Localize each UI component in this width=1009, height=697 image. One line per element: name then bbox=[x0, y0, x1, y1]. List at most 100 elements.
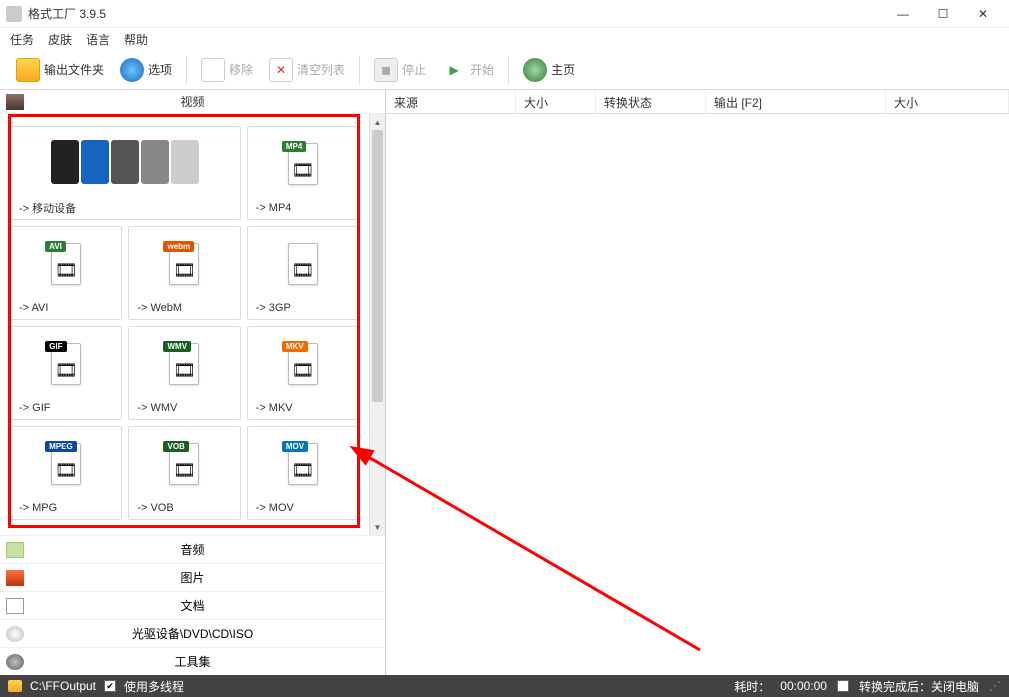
format-tile-mobile[interactable]: -> 移动设备 bbox=[10, 126, 241, 220]
main-area: 视频 -> 移动设备MP4🎞-> MP4AVI🎞-> AVIwebm🎞-> We… bbox=[0, 90, 1009, 675]
multithread-checkbox[interactable]: ✔ bbox=[104, 680, 116, 692]
separator bbox=[508, 56, 509, 84]
format-thumb-vob: VOB🎞 bbox=[129, 427, 239, 497]
format-thumb-mobile bbox=[11, 127, 240, 197]
category-video[interactable]: 视频 bbox=[0, 90, 385, 114]
category-document-label: 文档 bbox=[180, 597, 204, 614]
col-source[interactable]: 来源 bbox=[386, 90, 516, 113]
clear-list-button[interactable]: ✕ 清空列表 bbox=[263, 56, 351, 84]
format-label-gif: -> GIF bbox=[11, 397, 121, 419]
menu-help[interactable]: 帮助 bbox=[124, 31, 148, 48]
gears-icon bbox=[6, 654, 24, 670]
stop-button[interactable]: ◼ 停止 bbox=[368, 56, 432, 84]
scroll-up-button[interactable]: ▲ bbox=[370, 114, 385, 130]
output-folder-label: 输出文件夹 bbox=[44, 61, 104, 78]
format-label-mp4: -> MP4 bbox=[248, 197, 358, 219]
remove-label: 移除 bbox=[229, 61, 253, 78]
music-icon bbox=[6, 542, 24, 558]
format-tile-mkv[interactable]: MKV🎞-> MKV bbox=[247, 326, 359, 420]
document-icon bbox=[201, 58, 225, 82]
toolbar: 输出文件夹 选项 移除 ✕ 清空列表 ◼ 停止 ▶ 开始 主页 bbox=[0, 50, 1009, 90]
multithread-label: 使用多线程 bbox=[124, 678, 184, 695]
format-tile-mpg[interactable]: MPEG🎞-> MPG bbox=[10, 426, 122, 520]
clear-icon: ✕ bbox=[269, 58, 293, 82]
format-label-mpg: -> MPG bbox=[11, 497, 121, 519]
col-size[interactable]: 大小 bbox=[516, 90, 596, 113]
format-tile-avi[interactable]: AVI🎞-> AVI bbox=[10, 226, 122, 320]
options-button[interactable]: 选项 bbox=[114, 56, 178, 84]
scroll-track[interactable] bbox=[370, 130, 385, 519]
format-label-3gp: -> 3GP bbox=[248, 297, 358, 319]
format-thumb-mpg: MPEG🎞 bbox=[11, 427, 121, 497]
video-grid-scroll[interactable]: -> 移动设备MP4🎞-> MP4AVI🎞-> AVIwebm🎞-> WebM🎞… bbox=[0, 114, 369, 535]
format-label-mov: -> MOV bbox=[248, 497, 358, 519]
minimize-button[interactable]: — bbox=[883, 2, 923, 26]
menu-skin[interactable]: 皮肤 bbox=[48, 31, 72, 48]
output-path[interactable]: C:\FFOutput bbox=[30, 679, 96, 693]
category-video-label: 视频 bbox=[180, 93, 204, 110]
scroll-thumb[interactable] bbox=[372, 130, 383, 402]
clear-list-label: 清空列表 bbox=[297, 61, 345, 78]
category-audio[interactable]: 音频 bbox=[0, 535, 385, 563]
maximize-button[interactable]: ☐ bbox=[923, 2, 963, 26]
video-format-grid: -> 移动设备MP4🎞-> MP4AVI🎞-> AVIwebm🎞-> WebM🎞… bbox=[4, 118, 365, 528]
video-grid-wrap: -> 移动设备MP4🎞-> MP4AVI🎞-> AVIwebm🎞-> WebM🎞… bbox=[0, 114, 385, 535]
home-label: 主页 bbox=[551, 61, 575, 78]
format-tile-vob[interactable]: VOB🎞-> VOB bbox=[128, 426, 240, 520]
category-panel: 视频 -> 移动设备MP4🎞-> MP4AVI🎞-> AVIwebm🎞-> We… bbox=[0, 90, 386, 675]
format-label-wmv: -> WMV bbox=[129, 397, 239, 419]
resize-grip-icon[interactable]: ⋰ bbox=[989, 679, 1001, 693]
format-thumb-3gp: 🎞 bbox=[248, 227, 358, 297]
format-thumb-gif: GIF🎞 bbox=[11, 327, 121, 397]
menu-task[interactable]: 任务 bbox=[10, 31, 34, 48]
status-bar: C:\FFOutput ✔ 使用多线程 耗时： 00:00:00 转换完成后：关… bbox=[0, 675, 1009, 697]
gear-icon bbox=[120, 58, 144, 82]
format-tile-mov[interactable]: MOV🎞-> MOV bbox=[247, 426, 359, 520]
category-tools-label: 工具集 bbox=[174, 653, 210, 670]
format-thumb-wmv: WMV🎞 bbox=[129, 327, 239, 397]
disc-icon bbox=[6, 626, 24, 642]
format-label-mkv: -> MKV bbox=[248, 397, 358, 419]
format-label-avi: -> AVI bbox=[11, 297, 121, 319]
col-status[interactable]: 转换状态 bbox=[596, 90, 706, 113]
format-tile-3gp[interactable]: 🎞-> 3GP bbox=[247, 226, 359, 320]
col-output[interactable]: 输出 [F2] bbox=[706, 90, 886, 113]
format-tile-gif[interactable]: GIF🎞-> GIF bbox=[10, 326, 122, 420]
scrollbar[interactable]: ▲ ▼ bbox=[369, 114, 385, 535]
separator bbox=[186, 56, 187, 84]
format-thumb-mkv: MKV🎞 bbox=[248, 327, 358, 397]
title-bar: 格式工厂 3.9.5 — ☐ ✕ bbox=[0, 0, 1009, 28]
col-size2[interactable]: 大小 bbox=[886, 90, 1009, 113]
document-icon bbox=[6, 598, 24, 614]
after-done-label: 转换完成后：关闭电脑 bbox=[859, 678, 979, 695]
category-rom[interactable]: 光驱设备\DVD\CD\ISO bbox=[0, 619, 385, 647]
separator bbox=[359, 56, 360, 84]
category-tools[interactable]: 工具集 bbox=[0, 647, 385, 675]
category-image[interactable]: 图片 bbox=[0, 563, 385, 591]
picture-icon bbox=[6, 570, 24, 586]
task-list-body[interactable] bbox=[386, 114, 1009, 675]
home-button[interactable]: 主页 bbox=[517, 56, 581, 84]
format-tile-wmv[interactable]: WMV🎞-> WMV bbox=[128, 326, 240, 420]
format-label-webm: -> WebM bbox=[129, 297, 239, 319]
stop-icon: ◼ bbox=[374, 58, 398, 82]
format-tile-mp4[interactable]: MP4🎞-> MP4 bbox=[247, 126, 359, 220]
stop-label: 停止 bbox=[402, 61, 426, 78]
menu-language[interactable]: 语言 bbox=[86, 31, 110, 48]
format-thumb-mp4: MP4🎞 bbox=[248, 127, 358, 197]
elapsed-label: 耗时： bbox=[734, 678, 770, 695]
format-label-mobile: -> 移动设备 bbox=[11, 197, 240, 219]
category-rom-label: 光驱设备\DVD\CD\ISO bbox=[132, 625, 253, 642]
format-thumb-avi: AVI🎞 bbox=[11, 227, 121, 297]
remove-button[interactable]: 移除 bbox=[195, 56, 259, 84]
format-thumb-mov: MOV🎞 bbox=[248, 427, 358, 497]
close-button[interactable]: ✕ bbox=[963, 2, 1003, 26]
shutdown-checkbox[interactable] bbox=[837, 680, 849, 692]
scroll-down-button[interactable]: ▼ bbox=[370, 519, 385, 535]
options-label: 选项 bbox=[148, 61, 172, 78]
format-tile-webm[interactable]: webm🎞-> WebM bbox=[128, 226, 240, 320]
format-thumb-webm: webm🎞 bbox=[129, 227, 239, 297]
output-folder-button[interactable]: 输出文件夹 bbox=[10, 56, 110, 84]
start-button[interactable]: ▶ 开始 bbox=[436, 56, 500, 84]
category-document[interactable]: 文档 bbox=[0, 591, 385, 619]
